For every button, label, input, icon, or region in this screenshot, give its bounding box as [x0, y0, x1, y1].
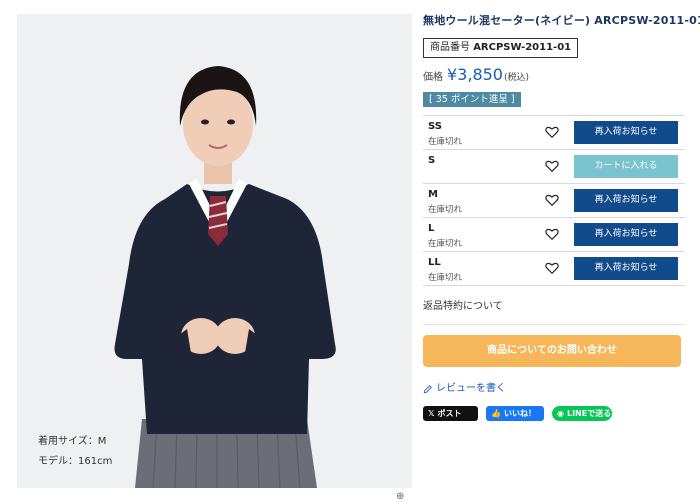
share-buttons: 𝕏 ポスト 👍 いいね！ ◉ LINEで送る [423, 406, 685, 421]
facebook-like-button[interactable]: 👍 いいね！ [486, 406, 544, 421]
divider [423, 324, 685, 325]
price-label: 価格 [423, 72, 443, 83]
size-row-s: S カートに入れる [423, 150, 685, 184]
points-badge: [ 35 ポイント進呈 ] [423, 92, 521, 107]
model-illustration [17, 14, 412, 488]
price-row: 価格 ¥3,850 (税込) [423, 65, 685, 87]
line-share-label: LINEで送る [566, 409, 612, 418]
product-details: 無地ウール混セーター(ネイビー) ARCPSW-2011-01 商品番号 ARC… [423, 14, 700, 421]
zoom-icon[interactable]: ⊕ [396, 492, 406, 502]
stock-status: 在庫切れ [428, 205, 463, 215]
size-row-ll: LL 在庫切れ 再入荷お知らせ [423, 252, 685, 286]
restock-notify-button[interactable]: 再入荷お知らせ [574, 121, 678, 144]
stock-status: 在庫切れ [428, 273, 463, 283]
price-value: ¥3,850 [447, 65, 503, 84]
thumbs-up-icon: 👍 [491, 409, 501, 418]
facebook-like-label: いいね！ [503, 409, 536, 418]
caption-model: モデル：161cm [38, 456, 113, 467]
product-code-label: 商品番号 [430, 42, 470, 53]
x-post-label: ポスト [437, 409, 462, 418]
write-review-link[interactable]: レビューを書く [423, 382, 685, 396]
size-list: SS 在庫切れ 再入荷お知らせ S カートに入れる M 在庫切れ 再入荷お知らせ… [423, 115, 685, 286]
heart-icon[interactable] [545, 227, 559, 241]
restock-notify-button[interactable]: 再入荷お知らせ [574, 257, 678, 280]
caption-size: 着用サイズ：M [38, 436, 107, 447]
size-name: SS [428, 121, 442, 132]
heart-icon[interactable] [545, 125, 559, 139]
product-title: 無地ウール混セーター(ネイビー) ARCPSW-2011-01 [423, 14, 700, 27]
add-to-cart-button[interactable]: カートに入れる [574, 155, 678, 178]
product-inquiry-button[interactable]: 商品についてのお問い合わせ [423, 335, 681, 367]
stock-status: 在庫切れ [428, 239, 463, 249]
product-code-value: ARCPSW-2011-01 [473, 42, 572, 53]
x-post-button[interactable]: 𝕏 ポスト [423, 406, 478, 421]
size-name: S [428, 155, 436, 166]
restock-notify-button[interactable]: 再入荷お知らせ [574, 223, 678, 246]
stock-status: 在庫切れ [428, 137, 463, 147]
size-row-m: M 在庫切れ 再入荷お知らせ [423, 184, 685, 218]
size-name: L [428, 223, 435, 234]
line-logo-icon: ◉ [557, 409, 564, 418]
size-name: M [428, 189, 438, 200]
heart-icon[interactable] [545, 193, 559, 207]
write-review-label: レビューを書く [436, 383, 506, 394]
size-name: LL [428, 257, 441, 268]
line-share-button[interactable]: ◉ LINEで送る [552, 406, 612, 421]
photo-caption: 着用サイズ：M モデル：161cm [30, 432, 126, 478]
heart-icon[interactable] [545, 159, 559, 173]
pencil-icon [423, 385, 432, 394]
x-logo-icon: 𝕏 [428, 409, 435, 418]
heart-icon[interactable] [545, 261, 559, 275]
product-code-box: 商品番号 ARCPSW-2011-01 [423, 38, 579, 58]
size-row-ss: SS 在庫切れ 再入荷お知らせ [423, 116, 685, 150]
restock-notify-button[interactable]: 再入荷お知らせ [574, 189, 678, 212]
product-image[interactable] [17, 14, 412, 488]
tax-label: (税込) [503, 73, 530, 83]
returns-policy-link[interactable]: 返品特約について [423, 300, 685, 314]
size-row-l: L 在庫切れ 再入荷お知らせ [423, 218, 685, 252]
